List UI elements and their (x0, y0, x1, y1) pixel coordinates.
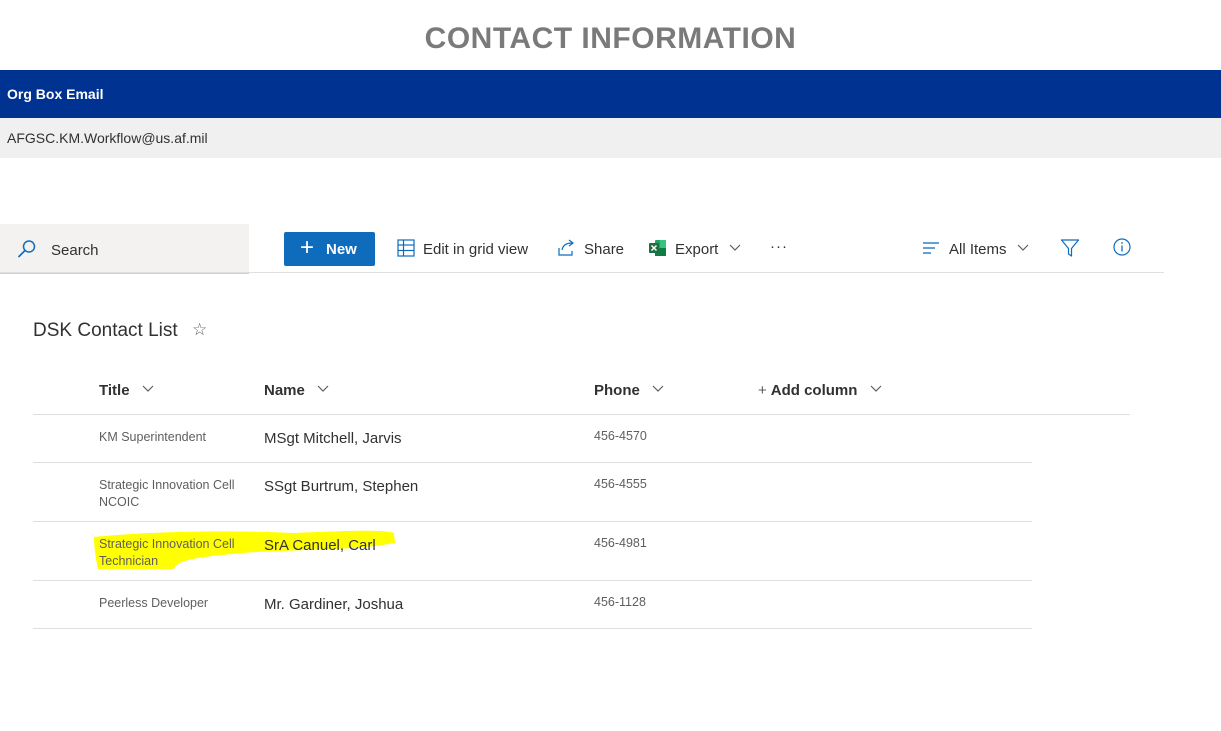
search-placeholder: Search (51, 242, 99, 259)
more-options-button[interactable]: ··· (770, 238, 792, 260)
org-box-header: Org Box Email (0, 70, 1221, 118)
row-phone-cell: 456-1128 (594, 595, 646, 609)
row-title-cell: Strategic Innovation Cell NCOIC (99, 478, 235, 509)
row-title-cell: KM Superintendent (99, 430, 207, 444)
column-header-title[interactable]: Title (99, 382, 154, 399)
row-phone-cell: 456-4570 (594, 429, 647, 443)
new-button[interactable]: + New (284, 232, 375, 266)
row-phone-cell: 456-4981 (594, 536, 647, 550)
edit-grid-view-label: Edit in grid view (423, 241, 529, 258)
org-box-email[interactable]: AFGSC.KM.Workflow@us.af.mil (7, 130, 208, 146)
star-icon[interactable]: ☆ (192, 320, 207, 340)
edit-grid-view-button[interactable]: Edit in grid view (397, 239, 537, 260)
row-title-cell: Strategic Innovation Cell Technician (99, 537, 235, 568)
excel-icon (649, 240, 666, 256)
row-divider (33, 462, 1032, 463)
page: CONTACT INFORMATION Org Box Email AFGSC.… (0, 0, 1221, 731)
column-header-title-label: Title (99, 382, 130, 399)
row-phone-cell: 456-4555 (594, 477, 647, 491)
chevron-down-icon (652, 385, 664, 392)
chevron-down-icon (317, 385, 329, 392)
row-name-cell[interactable]: MSgt Mitchell, Jarvis (264, 430, 402, 447)
row-title-cell: Peerless Developer (99, 596, 209, 610)
view-selector[interactable]: All Items (922, 240, 1032, 260)
column-header-phone[interactable]: Phone (594, 382, 664, 399)
row-divider (33, 521, 1032, 522)
row-name-cell[interactable]: SrA Canuel, Carl (264, 537, 376, 554)
add-column-label: Add column (770, 382, 858, 399)
list-title: DSK Contact List (33, 320, 178, 341)
column-header-name[interactable]: Name (264, 382, 329, 399)
view-selector-label: All Items (949, 241, 1007, 258)
chevron-down-icon (1017, 244, 1029, 251)
header-divider (33, 414, 1130, 415)
plus-icon: + (758, 382, 767, 399)
chevron-down-icon (729, 244, 741, 251)
export-label: Export (675, 241, 719, 258)
plus-icon: + (300, 234, 315, 261)
org-box-row: AFGSC.KM.Workflow@us.af.mil (0, 118, 1221, 158)
chevron-down-icon (870, 385, 882, 392)
list-lines-icon (923, 242, 939, 254)
chevron-down-icon (142, 385, 154, 392)
search-input[interactable]: Search (0, 224, 249, 274)
new-button-label: New (326, 241, 357, 258)
page-title: CONTACT INFORMATION (424, 22, 797, 55)
commandbar-divider (0, 272, 1164, 273)
column-header-name-label: Name (264, 382, 305, 399)
filter-icon[interactable] (1060, 238, 1080, 258)
org-box-header-label: Org Box Email (7, 86, 104, 102)
info-icon[interactable] (1112, 237, 1132, 257)
row-divider (33, 628, 1032, 629)
search-icon (18, 240, 36, 258)
grid-icon (397, 239, 415, 257)
share-button[interactable]: Share (557, 239, 627, 260)
column-header-phone-label: Phone (594, 382, 640, 399)
row-name-cell[interactable]: Mr. Gardiner, Joshua (264, 596, 403, 613)
more-icon: ··· (770, 238, 788, 255)
share-label: Share (584, 241, 625, 258)
add-column-button[interactable]: + Add column (758, 382, 882, 399)
row-divider (33, 580, 1032, 581)
export-button[interactable]: Export (649, 240, 744, 260)
row-name-cell[interactable]: SSgt Burtrum, Stephen (264, 478, 418, 495)
share-icon (558, 239, 574, 256)
